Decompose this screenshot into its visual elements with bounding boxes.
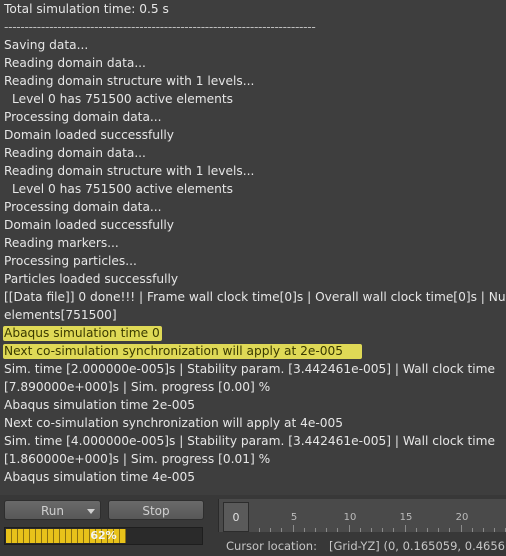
timeline-tick [337,528,338,532]
chevron-down-icon[interactable] [87,509,95,514]
timeline-tick [449,528,450,532]
timeline-tick [281,528,282,532]
console-line: Processing particles... [4,254,137,268]
timeline-slider[interactable]: 0 5 10 15 20 [218,499,506,532]
console-line: Abaqus simulation time 4e-005 [4,470,195,484]
console-line: Abaqus simulation time 2e-005 [4,398,195,412]
timeline-tick [349,525,350,532]
console-line: Processing domain data... [4,200,162,214]
timeline-tick [259,528,260,532]
stop-button-label: Stop [142,504,170,518]
timeline-tick-label: 5 [290,512,298,523]
progress-text: 62% [90,529,117,542]
timeline-tick [483,528,484,532]
console-line: [[Data file]] 0 done!!! | Frame wall clo… [4,290,506,304]
console-output: Total simulation time: 0.5 s ------------… [0,0,506,495]
timeline-tick [315,528,316,532]
timeline-tick [393,528,394,532]
console-line: Reading domain data... [4,146,146,160]
simulation-progress-bar: 62% [4,527,203,545]
timeline-tick [270,528,271,532]
timeline-tick-label: 20 [455,512,469,523]
console-line: Reading domain data... [4,56,146,70]
console-line: Abaqus simulation time 0 [4,326,160,340]
console-line: Sim. time [2.000000e-005]s | Stability p… [4,362,495,376]
timeline-tick [304,528,305,532]
timeline-tick [326,528,327,532]
console-line: Particles loaded successfully [4,272,179,286]
stop-button[interactable]: Stop [108,500,204,520]
timeline-tick [371,528,372,532]
console-line: Sim. time [4.000000e-005]s | Stability p… [4,434,495,448]
console-line: Next co-simulation synchronization will … [4,416,344,430]
timeline-handle[interactable]: 0 [223,502,249,532]
timeline-tick [405,525,406,532]
console-line: Level 0 has 751500 active elements [12,92,234,106]
timeline-tick [427,528,428,532]
console-line: elements[751500] [4,308,117,322]
console-line: [7.890000e+000]s | Sim. progress [0.00] … [4,380,271,394]
console-line: ----------------------------------------… [4,20,316,34]
console-line: Total simulation time: 0.5 s [4,2,169,16]
timeline-tick [382,528,383,532]
cursor-location-label: Cursor location: [226,539,317,553]
console-line: Domain loaded successfully [4,218,174,232]
console-line: Next co-simulation synchronization will … [4,344,344,358]
run-button[interactable]: Run [4,500,101,520]
console-line: Reading markers... [4,236,119,250]
timeline-tick [416,528,417,532]
timeline-tick-label: 15 [399,512,413,523]
timeline-tick [293,525,294,532]
console-line: [1.860000e+000]s | Sim. progress [0.01] … [4,452,271,466]
console-line: Saving data... [4,38,89,52]
timeline-tick [360,528,361,532]
cursor-location-value: [Grid-YZ] (0, 0.165059, 0.4656 [329,539,505,553]
console-line: Reading domain structure with 1 levels..… [4,74,255,88]
timeline-tick [494,528,495,532]
console-line: Processing domain data... [4,110,162,124]
timeline-tick-label: 10 [343,512,357,523]
console-line: Reading domain structure with 1 levels..… [4,164,255,178]
timeline-tick [461,525,462,532]
run-button-label: Run [40,504,64,518]
console-line: Domain loaded successfully [4,128,174,142]
timeline-tick [472,528,473,532]
console-line: Level 0 has 751500 active elements [12,182,234,196]
timeline-tick [438,528,439,532]
